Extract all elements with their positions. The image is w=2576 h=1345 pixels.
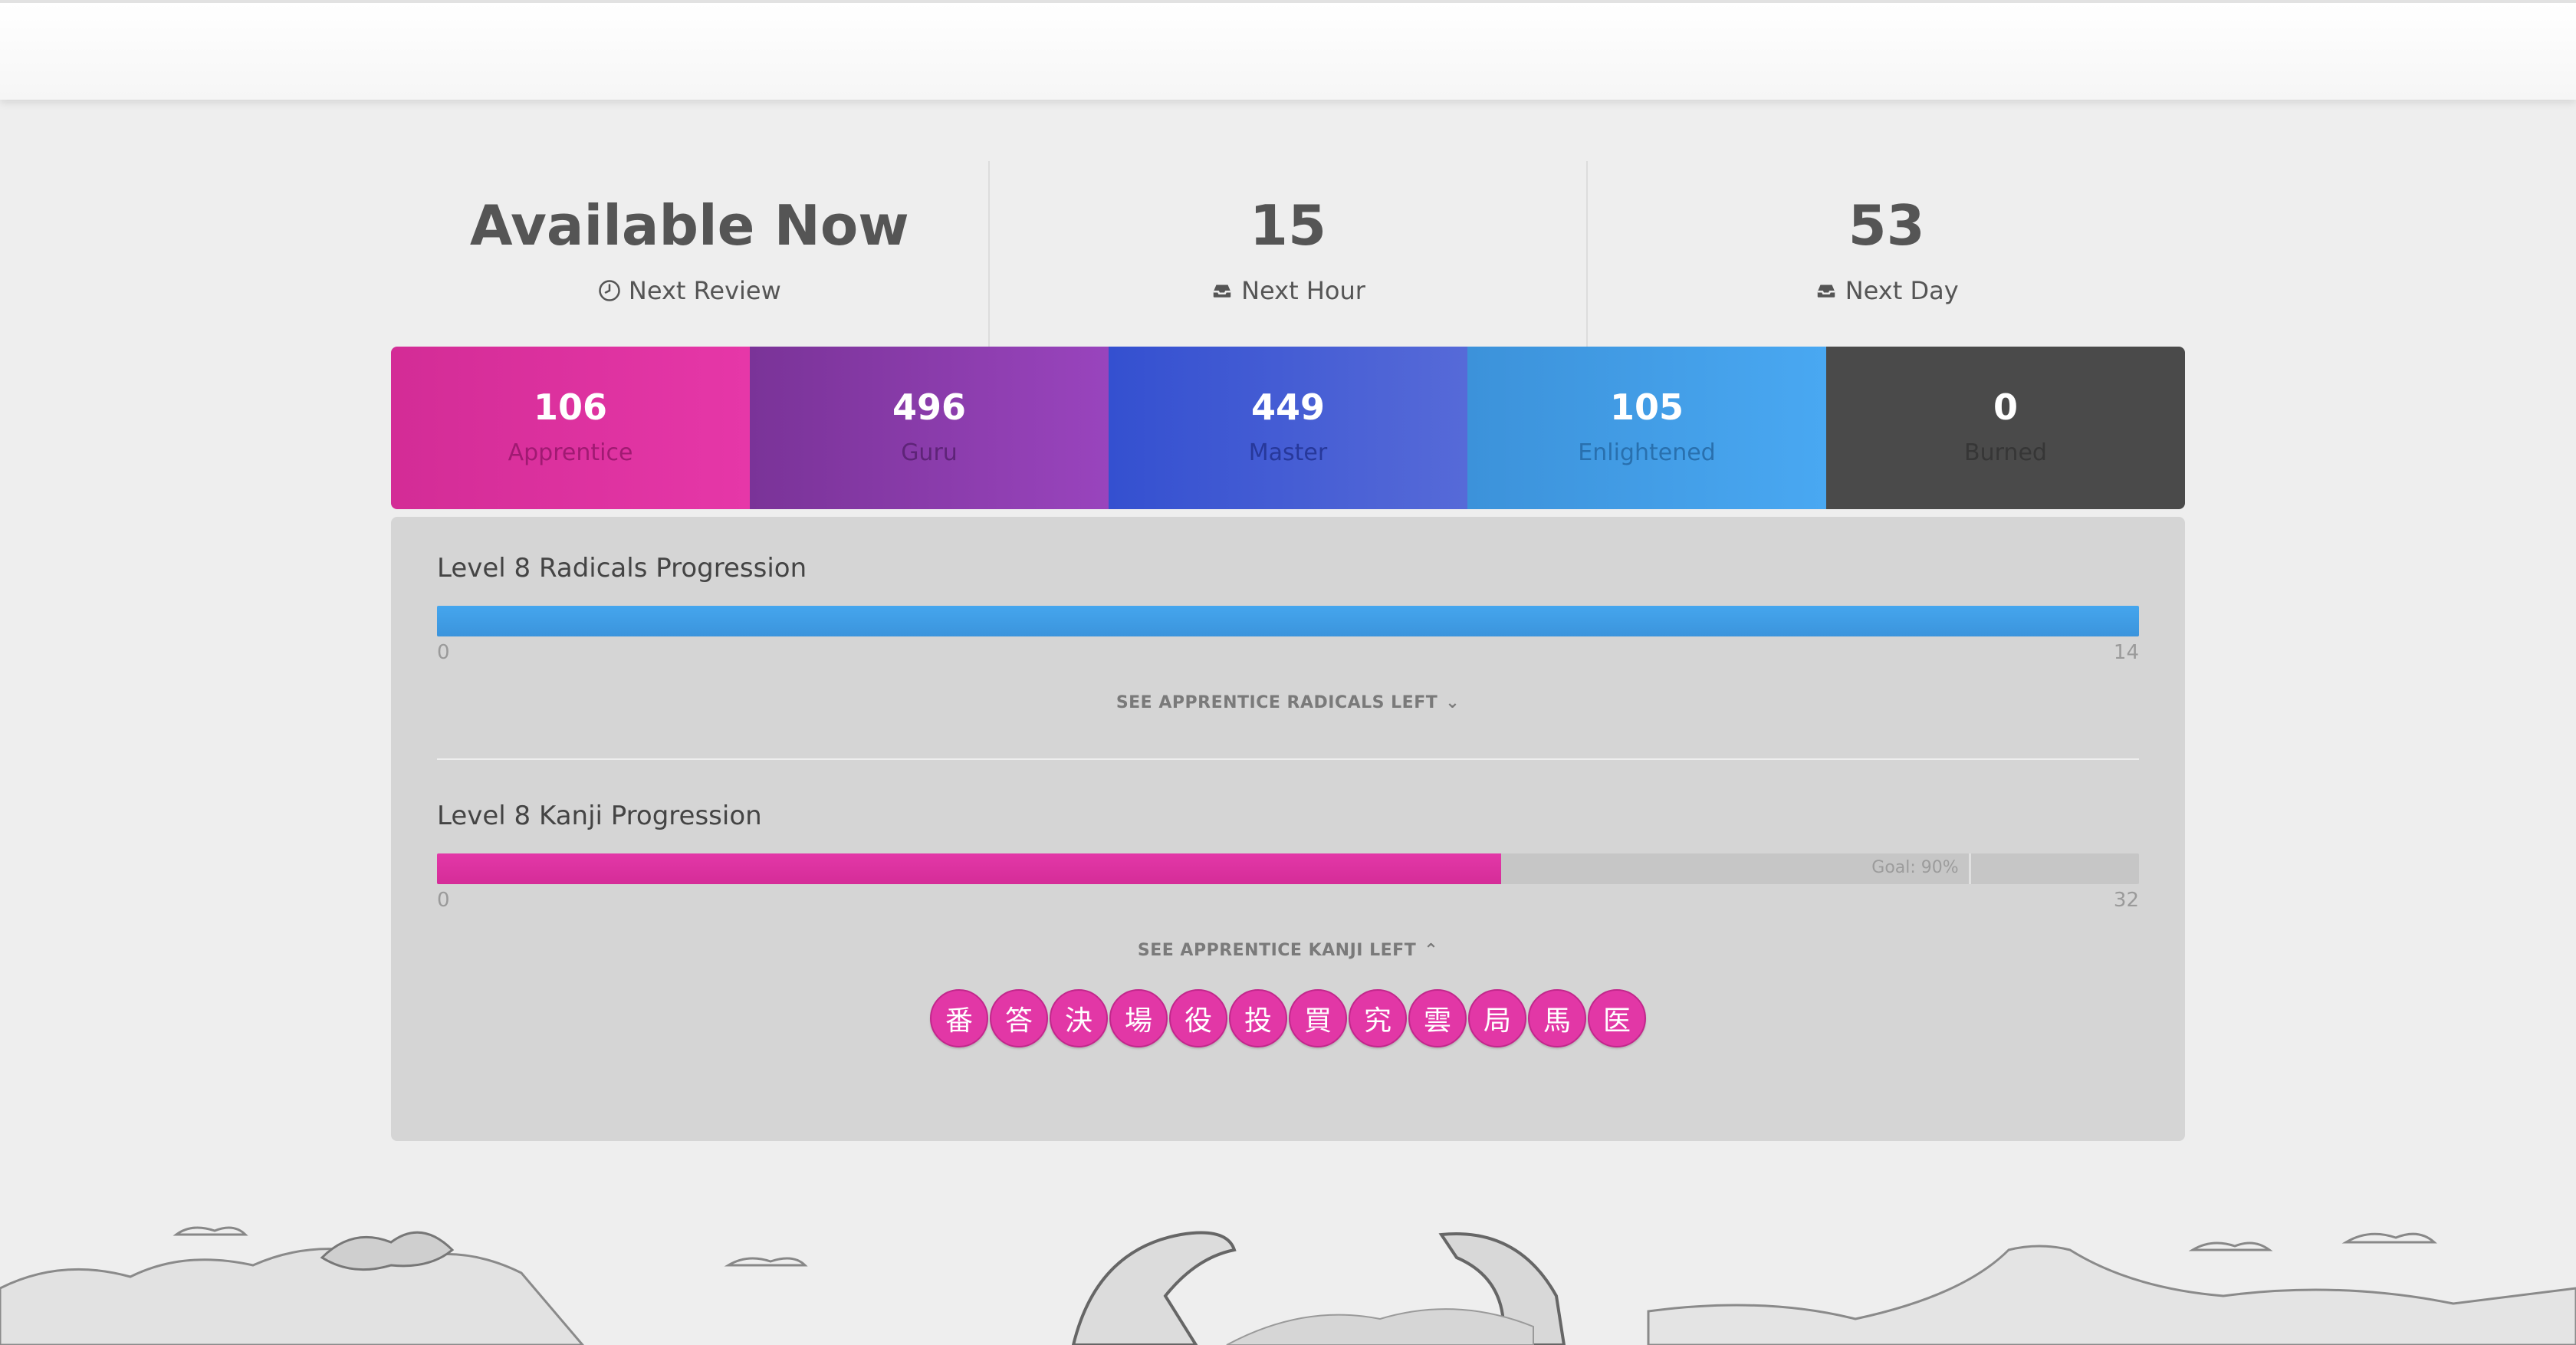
radicals-progress-fill [437,606,2139,636]
forecast-next-day[interactable]: 53 Next Day [1586,161,2185,347]
top-navigation-bar [0,0,2576,100]
kanji-progression-title: Level 8 Kanji Progression [437,801,762,831]
srs-label: Master [1248,439,1328,466]
kanji-item[interactable]: 買 [1289,989,1347,1047]
kanji-progress-fill [437,853,1501,884]
forecast-value: 15 [1249,193,1327,258]
toggle-label: SEE APPRENTICE KANJI LEFT [1137,941,1417,960]
forecast-label: Next Review [628,276,781,305]
srs-guru[interactable]: 496 Guru [750,347,1109,509]
srs-count: 449 [1250,386,1326,428]
forecast-available-now[interactable]: Available Now Next Review [391,161,988,347]
inbox-icon [1817,284,1835,298]
inbox-icon [1213,284,1231,298]
kanji-item[interactable]: 決 [1050,989,1108,1047]
srs-count: 0 [1993,386,2018,428]
radicals-axis-min: 0 [437,641,450,664]
footer-landscape-illustration [0,1226,2576,1345]
forecast-caption: Next Review [391,276,988,305]
clock-icon [599,280,620,301]
forecast-value: 53 [1848,193,1925,258]
forecast-label: Next Day [1845,276,1959,305]
kanji-progress-bar: Goal: 90% [437,853,2139,884]
review-forecast: Available Now Next Review 15 Next Hour 5… [391,161,2185,347]
kanji-item[interactable]: 役 [1169,989,1227,1047]
kanji-item[interactable]: 局 [1468,989,1526,1047]
forecast-label: Next Hour [1241,276,1365,305]
srs-label: Guru [901,439,958,466]
srs-label: Burned [1964,439,2047,466]
srs-master[interactable]: 449 Master [1109,347,1467,509]
divider [437,758,2139,760]
goal-label: Goal: 90% [1871,858,1959,877]
apprentice-kanji-list: 番答決場役投買究雲局馬医 [437,989,2139,1047]
toggle-label: SEE APPRENTICE RADICALS LEFT [1116,693,1438,712]
srs-count: 105 [1609,386,1684,428]
kanji-item[interactable]: 医 [1588,989,1646,1047]
forecast-next-hour[interactable]: 15 Next Hour [987,161,1587,347]
kanji-item[interactable]: 馬 [1528,989,1586,1047]
srs-count: 496 [892,386,967,428]
kanji-item[interactable]: 投 [1229,989,1287,1047]
chevron-up-icon: ⌃ [1424,941,1439,960]
srs-label: Enlightened [1578,439,1716,466]
kanji-axis: 0 32 [437,889,2139,912]
kanji-item[interactable]: 答 [990,989,1048,1047]
dashboard: Available Now Next Review 15 Next Hour 5… [391,161,2185,1141]
forecast-caption: Next Day [1588,276,2185,305]
goal-marker [1969,853,1971,884]
kanji-item[interactable]: 場 [1109,989,1168,1047]
chevron-down-icon: ⌄ [1445,693,1460,712]
srs-count: 106 [533,386,608,428]
kanji-item[interactable]: 雲 [1408,989,1467,1047]
kanji-item[interactable]: 究 [1349,989,1407,1047]
level-progression-panel: Level 8 Radicals Progression 0 14 SEE AP… [391,517,2185,1141]
kanji-item[interactable]: 番 [930,989,988,1047]
radicals-axis-max: 14 [2113,641,2139,664]
srs-apprentice[interactable]: 106 Apprentice [391,347,750,509]
kanji-axis-min: 0 [437,889,450,912]
srs-burned[interactable]: 0 Burned [1826,347,2185,509]
srs-label: Apprentice [508,439,633,466]
radicals-progress-bar [437,606,2139,636]
see-apprentice-kanji-toggle[interactable]: SEE APPRENTICE KANJI LEFT ⌃ [437,941,2139,960]
srs-distribution: 106 Apprentice 496 Guru 449 Master 105 E… [391,347,2185,509]
kanji-axis-max: 32 [2113,889,2139,912]
forecast-caption: Next Hour [990,276,1587,305]
radicals-axis: 0 14 [437,641,2139,664]
forecast-value: Available Now [469,193,909,258]
see-apprentice-radicals-toggle[interactable]: SEE APPRENTICE RADICALS LEFT ⌄ [437,693,2139,712]
srs-enlightened[interactable]: 105 Enlightened [1467,347,1826,509]
radicals-progression-title: Level 8 Radicals Progression [437,553,807,584]
